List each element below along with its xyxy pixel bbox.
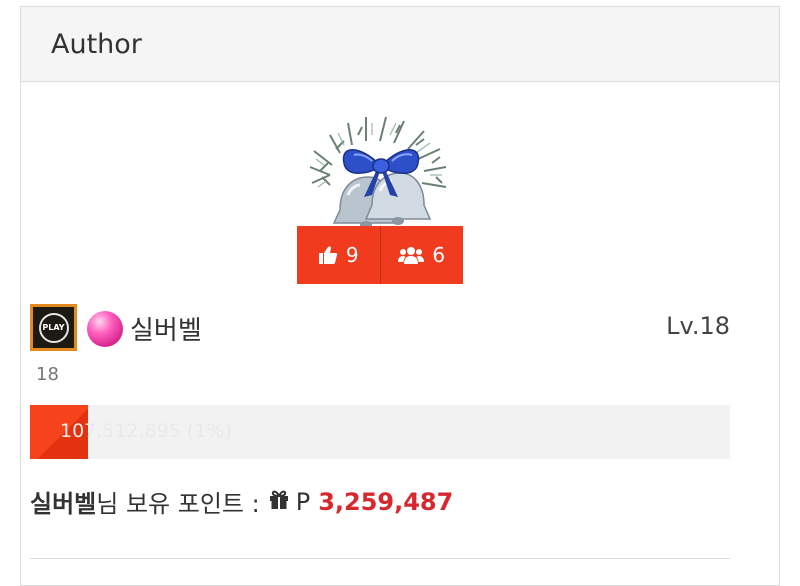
thumbs-up-icon [318,246,338,264]
points-username: 실버벨 [30,490,97,518]
level-orb-icon [87,311,123,347]
gift-icon [268,488,290,516]
play-badge-icon: PLAY [30,304,77,351]
author-stats: 9 6 [297,226,463,284]
user-level: Lv.18 [666,312,730,340]
points-row: 실버벨 님 보유 포인트 : P 3,259,487 [30,484,453,519]
divider [30,558,730,559]
followers-count: 6 [432,243,446,267]
panel-title: Author [51,28,142,60]
user-row: PLAY 실버벨 Lv.18 [30,304,730,354]
level-number: 18 [36,364,59,385]
points-label: 님 보유 포인트 : [96,490,260,518]
christmas-bell-icon [309,116,447,229]
points-value: 3,259,487 [318,487,454,516]
likes-count: 9 [345,243,359,267]
followers-button[interactable]: 6 [379,226,464,284]
xp-progress-text: 107,512,895 (1%) [60,420,232,442]
author-avatar[interactable] [300,105,460,240]
points-unit: P [295,487,311,516]
username[interactable]: 실버벨 [130,310,202,347]
users-icon [398,247,425,264]
badge-label: PLAY [38,312,69,343]
xp-progress-bar: 107,512,895 (1%) [30,405,730,459]
panel-header: Author [21,7,779,82]
likes-button[interactable]: 9 [297,226,380,284]
